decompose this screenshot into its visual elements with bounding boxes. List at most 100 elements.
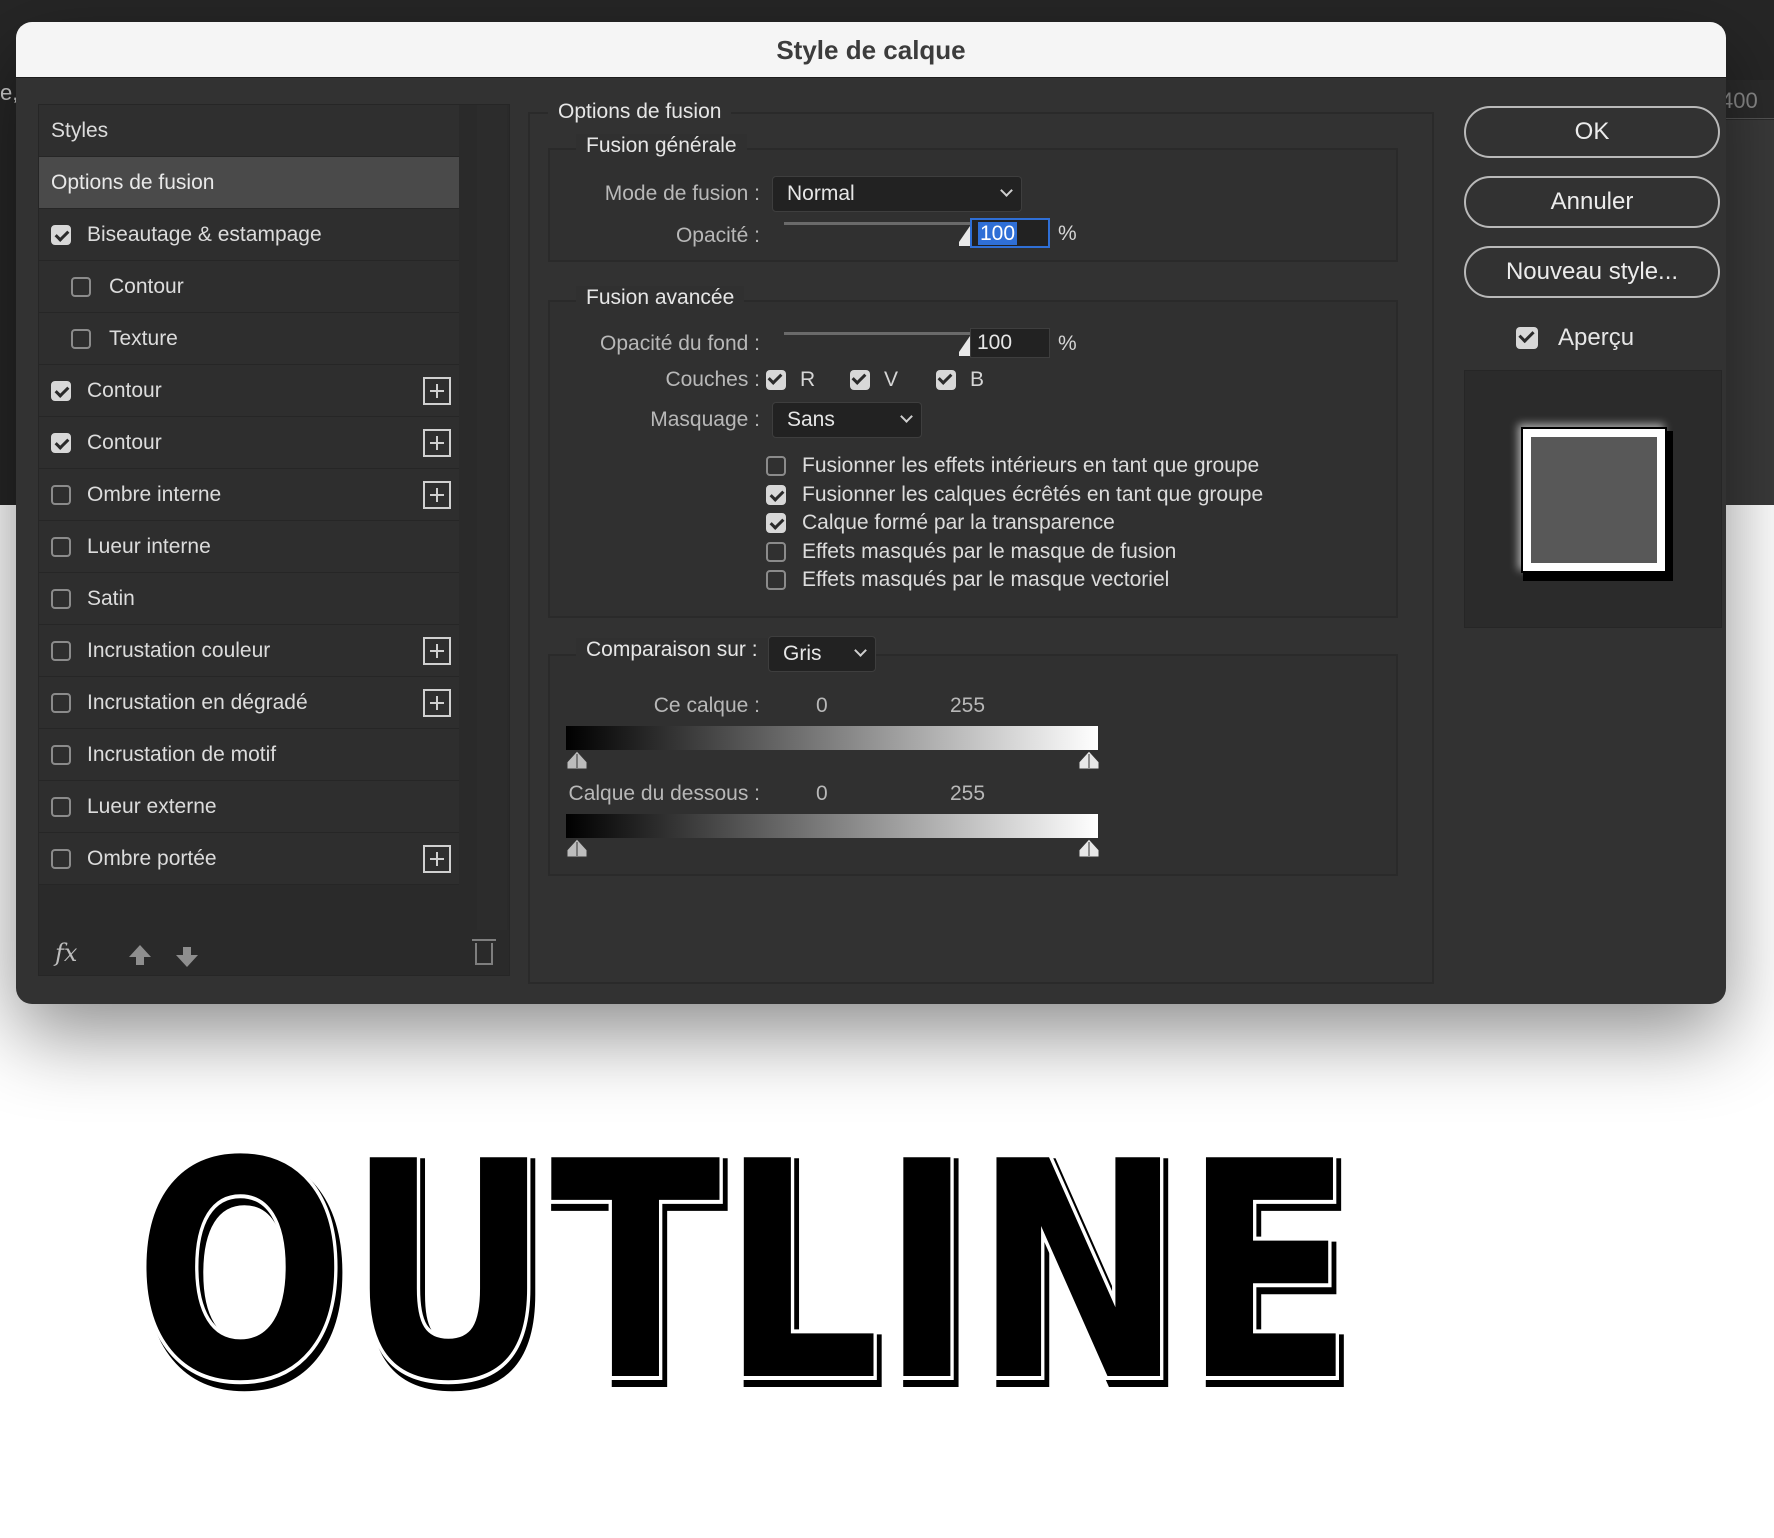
chevron-down-icon — [900, 410, 913, 423]
ok-button[interactable]: OK — [1464, 106, 1720, 158]
style-preview — [1464, 370, 1722, 628]
style-item[interactable]: Incrustation de motif — [39, 729, 459, 781]
style-item[interactable]: Lueur externe — [39, 781, 459, 833]
this-layer-gradient — [566, 726, 1098, 750]
blend-mode-label: Mode de fusion : — [604, 182, 760, 205]
advanced-option[interactable]: Effets masqués par le masque vectoriel — [766, 568, 1169, 592]
blend-mode-dropdown[interactable]: Normal — [772, 176, 1022, 212]
style-item[interactable]: Satin — [39, 573, 459, 625]
style-item[interactable]: Contour — [39, 417, 459, 469]
underlying-white-thumb[interactable] — [1078, 838, 1100, 858]
chevron-down-icon — [854, 644, 867, 657]
style-item-label: Lueur interne — [87, 534, 211, 558]
preview-checkbox[interactable] — [1516, 327, 1538, 349]
add-effect-icon[interactable] — [423, 689, 451, 717]
preview-swatch — [1523, 429, 1665, 571]
advanced-option-label: Effets masqués par le masque vectoriel — [802, 568, 1170, 591]
style-item-checkbox[interactable] — [51, 640, 71, 661]
underlying-gradient — [566, 814, 1098, 838]
style-item-checkbox[interactable] — [71, 276, 91, 297]
style-item-checkbox[interactable] — [51, 432, 71, 453]
advanced-blending-title: Fusion avancée — [576, 286, 745, 310]
blend-mode-value: Normal — [787, 182, 855, 205]
opacity-value: 100 — [978, 222, 1018, 245]
advanced-option[interactable]: Effets masqués par le masque de fusion — [766, 540, 1176, 564]
channel-r-checkbox[interactable] — [766, 370, 786, 390]
new-style-button[interactable]: Nouveau style... — [1464, 246, 1720, 298]
style-item-checkbox[interactable] — [71, 328, 91, 349]
trash-icon[interactable] — [472, 939, 496, 965]
style-item[interactable]: Ombre portée — [39, 833, 459, 885]
style-item[interactable]: Biseautage & estampage — [39, 209, 459, 261]
advanced-option[interactable]: Fusionner les calques écrêtés en tant qu… — [766, 483, 1263, 507]
fill-opacity-percent: % — [1058, 332, 1077, 355]
blend-if-dropdown[interactable]: Gris — [768, 636, 876, 672]
style-item[interactable]: Lueur interne — [39, 521, 459, 573]
style-item-checkbox[interactable] — [51, 224, 71, 245]
underlying-label: Calque du dessous : — [568, 782, 760, 805]
advanced-option-checkbox[interactable] — [766, 513, 786, 533]
style-item-checkbox[interactable] — [51, 848, 71, 869]
style-item[interactable]: Contour — [39, 261, 459, 313]
fill-opacity-slider[interactable] — [784, 332, 970, 335]
add-effect-icon[interactable] — [423, 429, 451, 457]
advanced-option-checkbox[interactable] — [766, 541, 786, 562]
add-effect-icon[interactable] — [423, 845, 451, 873]
channel-b-label: B — [970, 368, 985, 391]
opacity-input[interactable]: 100 — [970, 218, 1050, 248]
canvas-outline-text: OUTLINE OUTLINE OUTLINE — [130, 1130, 1363, 1400]
style-item-checkbox[interactable] — [51, 692, 71, 713]
styles-list: Styles Options de fusion Biseautage & es… — [39, 105, 459, 885]
opacity-percent: % — [1058, 222, 1077, 245]
style-item-label: Incrustation de motif — [87, 742, 277, 766]
move-up-icon[interactable] — [129, 945, 151, 965]
blending-options-item[interactable]: Options de fusion — [39, 157, 459, 209]
channel-v-checkbox[interactable] — [850, 370, 870, 390]
add-effect-icon[interactable] — [423, 377, 451, 405]
advanced-option[interactable]: Fusionner les effets intérieurs en tant … — [766, 454, 1259, 478]
channel-v-label: V — [884, 368, 899, 391]
style-item-checkbox[interactable] — [51, 536, 71, 557]
styles-panel: Styles Options de fusion Biseautage & es… — [38, 104, 510, 976]
channel-b-checkbox[interactable] — [936, 370, 956, 390]
style-item-checkbox[interactable] — [51, 588, 71, 609]
ruler-label: 400 — [1721, 88, 1758, 113]
style-item-label: Contour — [109, 274, 184, 298]
fx-icon[interactable]: fx — [55, 939, 77, 967]
style-item-checkbox[interactable] — [51, 380, 71, 401]
channel-r-label: R — [800, 368, 816, 391]
styles-scrollbar[interactable] — [477, 105, 507, 930]
style-item-checkbox[interactable] — [51, 796, 71, 817]
cancel-button[interactable]: Annuler — [1464, 176, 1720, 228]
blending-options-panel: Options de fusion Fusion générale Mode d… — [528, 100, 1434, 984]
style-item[interactable]: Incrustation couleur — [39, 625, 459, 677]
preview-toggle[interactable]: Aperçu — [1516, 324, 1634, 352]
this-layer-min: 0 — [816, 694, 828, 717]
advanced-option[interactable]: Calque formé par la transparence — [766, 511, 1115, 535]
style-item-label: Lueur externe — [87, 794, 217, 818]
advanced-option-checkbox[interactable] — [766, 456, 786, 476]
advanced-option-checkbox[interactable] — [766, 570, 786, 590]
underlying-black-thumb[interactable] — [566, 838, 588, 858]
outline-text-fill: OUTLINE — [134, 1130, 1354, 1400]
style-item[interactable]: Contour — [39, 365, 459, 417]
style-item-checkbox[interactable] — [51, 484, 71, 505]
fill-opacity-input[interactable]: 100 — [970, 328, 1050, 358]
styles-header[interactable]: Styles — [39, 105, 459, 157]
style-item-checkbox[interactable] — [51, 744, 71, 765]
add-effect-icon[interactable] — [423, 481, 451, 509]
style-item-label: Incrustation en dégradé — [87, 690, 308, 714]
style-item[interactable]: Ombre interne — [39, 469, 459, 521]
styles-footer: fx — [39, 935, 509, 977]
style-item[interactable]: Incrustation en dégradé — [39, 677, 459, 729]
this-layer-white-thumb[interactable] — [1078, 750, 1100, 770]
fill-opacity-label: Opacité du fond : — [600, 332, 760, 355]
move-down-icon[interactable] — [176, 947, 198, 967]
opacity-slider[interactable] — [784, 222, 970, 225]
style-item[interactable]: Texture — [39, 313, 459, 365]
add-effect-icon[interactable] — [423, 637, 451, 665]
blend-if-label: Comparaison sur : — [576, 638, 768, 662]
advanced-option-checkbox[interactable] — [766, 484, 786, 505]
this-layer-black-thumb[interactable] — [566, 750, 588, 770]
knockout-dropdown[interactable]: Sans — [772, 402, 922, 438]
